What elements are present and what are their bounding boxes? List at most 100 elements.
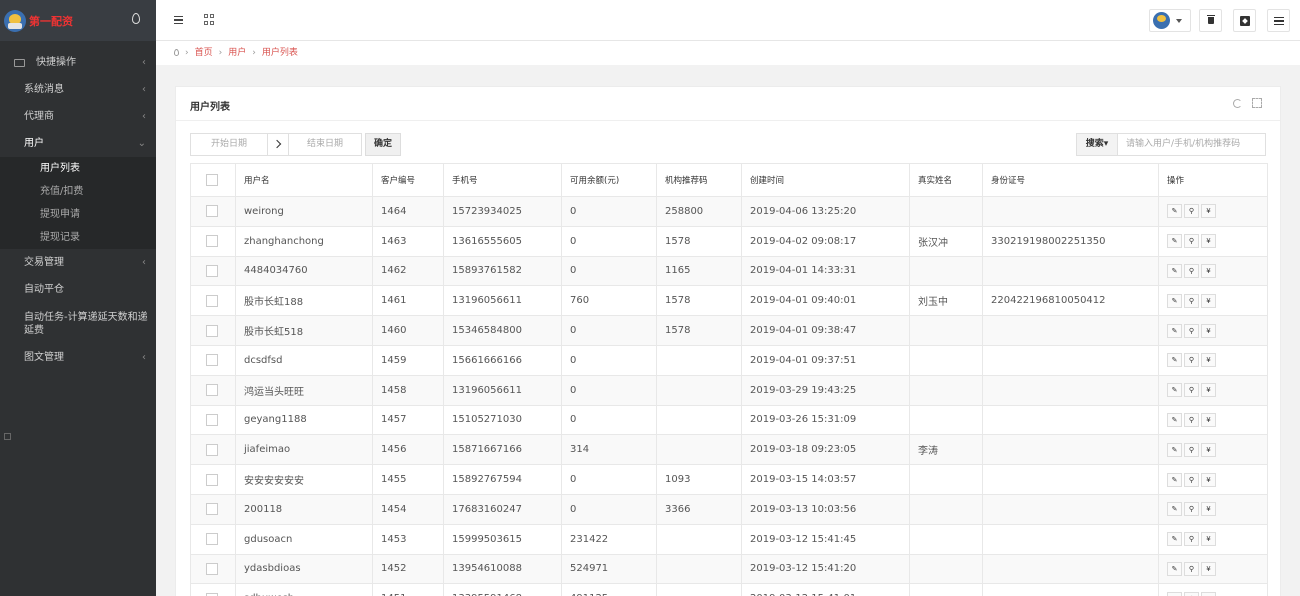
row-checkbox[interactable] [206, 413, 218, 426]
sidebar-subitem-user-list[interactable]: 用户列表 [0, 157, 156, 180]
edit-icon[interactable]: ✎ [1167, 561, 1182, 576]
breadcrumb-user-list[interactable]: 用户列表 [262, 48, 298, 58]
key-icon[interactable]: ⚲ [1184, 204, 1199, 219]
sidebar-item-auto-close[interactable]: 自动平仓 [0, 276, 156, 303]
yuan-icon[interactable]: ¥ [1201, 472, 1216, 487]
collapse-toggle-icon[interactable] [4, 433, 11, 440]
breadcrumb-home[interactable]: 首页 [195, 48, 213, 58]
key-icon[interactable]: ⚲ [1184, 561, 1199, 576]
col-header[interactable]: 客户编号 [372, 163, 444, 197]
row-checkbox[interactable] [206, 503, 218, 516]
end-date-input[interactable]: 结束日期 [288, 133, 362, 156]
row-checkbox[interactable] [206, 235, 218, 248]
key-icon[interactable]: ⚲ [1184, 293, 1199, 308]
key-icon[interactable]: ⚲ [1184, 234, 1199, 249]
image-button[interactable] [1233, 9, 1256, 32]
sidebar-item-quick-actions[interactable]: 快捷操作 ‹ [0, 49, 156, 76]
refresh-icon[interactable] [1233, 99, 1242, 108]
grid-icon[interactable] [204, 14, 215, 25]
sidebar-subitem-withdraw-records[interactable]: 提现记录 [0, 226, 156, 249]
yuan-icon[interactable]: ¥ [1201, 204, 1216, 219]
yuan-icon[interactable]: ¥ [1201, 412, 1216, 427]
clear-cache-button[interactable] [1199, 9, 1222, 32]
yuan-icon[interactable]: ¥ [1201, 293, 1216, 308]
start-date-input[interactable]: 开始日期 [190, 133, 268, 156]
user-menu-button[interactable] [1149, 9, 1191, 32]
key-icon[interactable]: ⚲ [1184, 263, 1199, 278]
edit-icon[interactable]: ✎ [1167, 323, 1182, 338]
key-icon[interactable]: ⚲ [1184, 353, 1199, 368]
row-checkbox[interactable] [206, 264, 218, 277]
yuan-icon[interactable]: ¥ [1201, 502, 1216, 517]
yuan-icon[interactable]: ¥ [1201, 234, 1216, 249]
edit-icon[interactable]: ✎ [1167, 204, 1182, 219]
fullscreen-icon[interactable] [1252, 98, 1262, 108]
sidebar-item-content[interactable]: 图文管理 ‹ [0, 344, 156, 371]
sidebar-subitem-recharge[interactable]: 充值/扣费 [0, 180, 156, 203]
key-icon[interactable]: ⚲ [1184, 591, 1199, 596]
row-checkbox[interactable] [206, 443, 218, 456]
breadcrumb-users[interactable]: 用户 [228, 48, 246, 58]
select-all-checkbox[interactable] [206, 174, 218, 186]
edit-icon[interactable]: ✎ [1167, 234, 1182, 249]
key-icon[interactable]: ⚲ [1184, 442, 1199, 457]
row-checkbox[interactable] [206, 533, 218, 546]
row-select-cell [190, 434, 236, 466]
sidebar-subitem-withdraw-request[interactable]: 提现申请 [0, 203, 156, 226]
yuan-icon[interactable]: ¥ [1201, 532, 1216, 547]
edit-icon[interactable]: ✎ [1167, 293, 1182, 308]
row-checkbox[interactable] [206, 294, 218, 307]
edit-icon[interactable]: ✎ [1167, 412, 1182, 427]
edit-icon[interactable]: ✎ [1167, 442, 1182, 457]
yuan-icon[interactable]: ¥ [1201, 383, 1216, 398]
yuan-icon[interactable]: ¥ [1201, 323, 1216, 338]
key-icon[interactable]: ⚲ [1184, 383, 1199, 398]
confirm-button[interactable]: 确定 [365, 133, 401, 156]
edit-icon[interactable]: ✎ [1167, 532, 1182, 547]
table-cell: 2019-03-29 19:43:25 [741, 374, 910, 406]
table-cell: jiafeimao [235, 434, 373, 466]
sidebar-item-agents[interactable]: 代理商 ‹ [0, 103, 156, 130]
yuan-icon[interactable]: ¥ [1201, 353, 1216, 368]
col-header[interactable]: 用户名 [235, 163, 373, 197]
col-header[interactable]: 机构推荐码 [656, 163, 742, 197]
yuan-icon[interactable]: ¥ [1201, 263, 1216, 278]
key-icon[interactable]: ⚲ [1184, 412, 1199, 427]
search-button[interactable]: 搜索▾ [1076, 133, 1118, 156]
row-checkbox[interactable] [206, 384, 218, 397]
table-row: 股市长虹518 1460 15346584800 0 1578 2019-04-01 09… [190, 315, 1268, 346]
edit-icon[interactable]: ✎ [1167, 591, 1182, 596]
col-header[interactable]: 可用余额(元) [561, 163, 657, 197]
yuan-icon[interactable]: ¥ [1201, 591, 1216, 596]
edit-icon[interactable]: ✎ [1167, 383, 1182, 398]
col-header[interactable]: 手机号 [443, 163, 562, 197]
edit-icon[interactable]: ✎ [1167, 353, 1182, 368]
edit-icon[interactable]: ✎ [1167, 472, 1182, 487]
yuan-icon[interactable]: ¥ [1201, 442, 1216, 457]
key-icon[interactable]: ⚲ [1184, 502, 1199, 517]
sidebar-item-trading[interactable]: 交易管理 ‹ [0, 249, 156, 276]
row-checkbox[interactable] [206, 354, 218, 367]
row-checkbox[interactable] [206, 562, 218, 575]
row-checkbox[interactable] [206, 205, 218, 218]
col-header[interactable]: 身份证号 [982, 163, 1159, 197]
table-cell: 15999503615 [443, 523, 562, 555]
search-input[interactable]: 请输入用户/手机/机构推荐码 [1118, 133, 1266, 156]
edit-icon[interactable]: ✎ [1167, 502, 1182, 517]
key-icon[interactable]: ⚲ [1184, 323, 1199, 338]
settings-list-button[interactable] [1267, 9, 1290, 32]
sidebar-item-system-messages[interactable]: 系统消息 ‹ [0, 76, 156, 103]
menu-toggle-icon[interactable] [174, 16, 183, 24]
sidebar-item-auto-task[interactable]: 自动任务-计算递延天数和递延费 [0, 303, 156, 344]
col-header[interactable]: 真实姓名 [909, 163, 983, 197]
row-checkbox[interactable] [206, 324, 218, 337]
key-icon[interactable]: ⚲ [1184, 532, 1199, 547]
key-icon[interactable]: ⚲ [1184, 472, 1199, 487]
row-checkbox[interactable] [206, 473, 218, 486]
col-header[interactable]: 创建时间 [741, 163, 910, 197]
sidebar-item-users[interactable]: 用户 ⌄ [0, 130, 156, 157]
yuan-icon[interactable]: ¥ [1201, 561, 1216, 576]
image-icon [1240, 16, 1250, 26]
edit-icon[interactable]: ✎ [1167, 263, 1182, 278]
theme-drop-icon[interactable] [132, 13, 140, 24]
